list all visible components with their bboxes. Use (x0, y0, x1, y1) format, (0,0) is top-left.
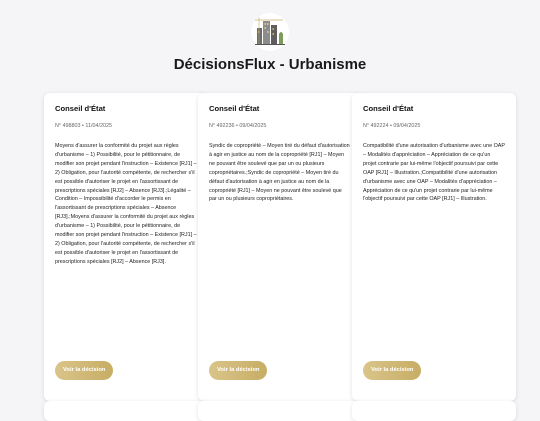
decision-card: Conseil d'État N° 492224 • 09/04/2025 Co… (352, 93, 516, 401)
decision-card-next-row (44, 401, 208, 421)
card-court: Conseil d'État (363, 104, 414, 113)
decision-card: Conseil d'État N° 498803 • 11/04/2025 Mo… (44, 93, 208, 401)
card-meta: N° 492224 • 09/04/2025 (363, 123, 421, 129)
decision-card: Conseil d'État N° 492236 • 09/04/2025 Sy… (198, 93, 362, 401)
card-court: Conseil d'État (209, 104, 260, 113)
city-buildings-logo-icon (251, 13, 289, 51)
card-summary: Moyens d'assurer la conformité du projet… (55, 143, 197, 265)
card-meta: N° 492236 • 09/04/2025 (209, 123, 267, 129)
logo (250, 12, 290, 52)
card-summary: Compatibilité d'une autorisation d'urban… (363, 143, 505, 203)
decision-card-next-row (198, 401, 362, 421)
decision-card-next-row (352, 401, 516, 421)
view-decision-button[interactable]: Voir la décision (209, 361, 268, 380)
card-meta: N° 498803 • 11/04/2025 (55, 123, 112, 129)
card-court: Conseil d'État (55, 104, 106, 113)
page-title: DécisionsFlux - Urbanisme (173, 56, 367, 73)
view-decision-button[interactable]: Voir la décision (55, 361, 114, 380)
view-decision-button[interactable]: Voir la décision (363, 361, 422, 380)
card-summary: Syndic de copropriété – Moyen tiré du dé… (209, 143, 350, 203)
